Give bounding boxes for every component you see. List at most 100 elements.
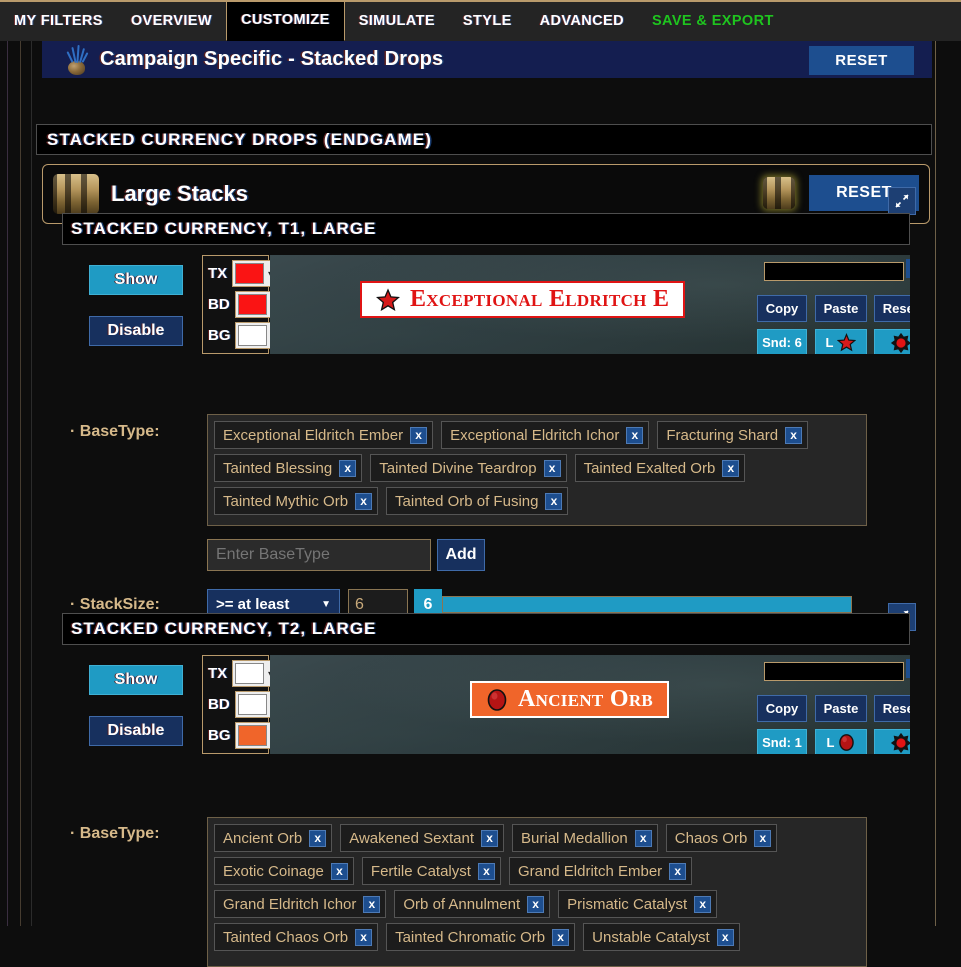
tag-remove-button[interactable]: x (527, 895, 545, 913)
basetype-tag[interactable]: Tainted Chromatic Orb x (386, 923, 576, 951)
show-button-t2[interactable]: Show (89, 665, 183, 695)
basetype-tag[interactable]: Tainted Exalted Orb x (574, 454, 746, 482)
tag-remove-button[interactable]: x (355, 492, 373, 510)
color-column-t2: TX ▼ BD ▼ BG ▼ (202, 655, 304, 754)
reset-button-t1[interactable]: Reset (874, 295, 910, 322)
collapse-icon (895, 194, 909, 208)
nav-tab-save-and-export[interactable]: SAVE & EXPORT (638, 0, 788, 41)
reset-button-t2[interactable]: Reset (874, 695, 910, 722)
stacksize-slider-t1[interactable] (442, 596, 852, 613)
basetype-tag[interactable]: Unstable Catalyst x (583, 923, 740, 951)
basetype-tag[interactable]: Fertile Catalyst x (361, 857, 501, 885)
show-button-t1[interactable]: Show (89, 265, 183, 295)
tag-remove-button[interactable]: x (785, 426, 803, 444)
sound-button-t2[interactable]: Snd: 1 (757, 729, 807, 754)
nav-tab-simulate[interactable]: SIMULATE (345, 0, 449, 41)
tag-remove-button[interactable]: x (694, 895, 712, 913)
basetype-tag[interactable]: Fracturing Shard x (657, 421, 809, 449)
basetype-tag[interactable]: Awakened Sextant x (340, 824, 505, 852)
tag-remove-button[interactable]: x (626, 426, 644, 444)
basetype-tag[interactable]: Tainted Orb of Fusing x (386, 487, 569, 515)
basetype-tag[interactable]: Prismatic Catalyst x (558, 890, 718, 918)
tag-remove-button[interactable]: x (543, 459, 561, 477)
column-rule (31, 41, 32, 926)
tag-remove-button[interactable]: x (355, 928, 373, 946)
copy-button-t1[interactable]: Copy (757, 295, 807, 322)
collapse-button-rule-1[interactable] (888, 187, 916, 215)
tag-remove-button[interactable]: x (339, 459, 357, 477)
paste-button-t1[interactable]: Paste (815, 295, 867, 322)
basetype-tag[interactable]: Ancient Orb x (214, 824, 333, 852)
color-column-t1: TX ▼ BD ▼ BG ▼ (202, 255, 304, 354)
left-rule (7, 41, 8, 926)
tag-remove-button[interactable]: x (754, 829, 772, 847)
red-star-icon (376, 287, 400, 311)
tag-remove-button[interactable]: x (410, 426, 428, 444)
nav-tab-overview[interactable]: OVERVIEW (117, 0, 226, 41)
tag-remove-button[interactable]: x (716, 928, 734, 946)
nav-tab-style[interactable]: STYLE (449, 0, 526, 41)
disable-button-t1[interactable]: Disable (89, 316, 183, 346)
font-size-value-t2[interactable]: 45 (906, 659, 910, 678)
basetype-input-t1[interactable] (207, 539, 431, 571)
tag-remove-button[interactable]: x (477, 862, 495, 880)
tag-label: Chaos Orb (674, 829, 748, 847)
basetype-tag[interactable]: Exotic Coinage x (214, 857, 354, 885)
tag-label: Tainted Blessing (223, 459, 333, 477)
basetype-tag[interactable]: Tainted Divine Teardrop x (370, 454, 567, 482)
nav-tab-customize[interactable]: CUSTOMIZE (225, 0, 345, 41)
tag-remove-button[interactable]: x (552, 928, 570, 946)
tag-label: Tainted Mythic Orb (223, 492, 349, 510)
chevron-down-icon: ▼ (321, 599, 331, 610)
basetype-tag[interactable]: Tainted Mythic Orb x (214, 487, 379, 515)
basetype-tag[interactable]: Exceptional Eldritch Ichor x (441, 421, 650, 449)
nav-tab-advanced[interactable]: ADVANCED (526, 0, 638, 41)
stacked-masks-icon (53, 174, 99, 214)
basetype-tag[interactable]: Grand Eldritch Ember x (508, 857, 693, 885)
font-size-value-t1[interactable]: 45 (906, 259, 910, 278)
beam-button-t2[interactable] (874, 729, 910, 754)
minimap-icon-button-t2[interactable]: L (815, 729, 867, 754)
banner-reset-button[interactable]: RESET (809, 46, 914, 75)
tag-remove-button[interactable]: x (481, 829, 499, 847)
color-row-bd-t2: BD ▼ (208, 691, 304, 718)
tag-label: Exceptional Eldritch Ember (223, 426, 404, 444)
basetype-tag[interactable]: Grand Eldritch Ichor x (214, 890, 387, 918)
tag-label: Orb of Annulment (403, 895, 521, 913)
tag-remove-button[interactable]: x (634, 829, 652, 847)
tag-label: Exceptional Eldritch Ichor (450, 426, 620, 444)
font-size-slider-t2[interactable] (764, 662, 904, 681)
preview-item-text-t1: Exceptional Eldritch E (410, 286, 670, 312)
tag-remove-button[interactable]: x (545, 492, 563, 510)
basetype-add-button-t1[interactable]: Add (437, 539, 485, 571)
disable-button-t2[interactable]: Disable (89, 716, 183, 746)
basetype-tag[interactable]: Tainted Chaos Orb x (214, 923, 379, 951)
tag-label: Grand Eldritch Ichor (223, 895, 357, 913)
color-label-bg-t1: BG (208, 327, 231, 344)
nav-tab-my-filters[interactable]: MY FILTERS (0, 0, 117, 41)
beam-button-t1[interactable] (874, 329, 910, 354)
basetype-tag[interactable]: Exceptional Eldritch Ember x (214, 421, 434, 449)
color-label-bd-t2: BD (208, 696, 230, 713)
group-title: Large Stacks (111, 181, 248, 206)
tag-remove-button[interactable]: x (330, 862, 348, 880)
basetype-tag[interactable]: Tainted Blessing x (214, 454, 363, 482)
tag-remove-button[interactable]: x (669, 862, 687, 880)
basetype-label-text-t1: BaseType: (79, 423, 160, 440)
color-label-bg-t2: BG (208, 727, 231, 744)
tag-label: Unstable Catalyst (592, 928, 710, 946)
basetype-tag[interactable]: Chaos Orb x (665, 824, 778, 852)
basetype-tag[interactable]: Orb of Annulment x (394, 890, 551, 918)
tag-remove-button[interactable]: x (363, 895, 381, 913)
minimap-size-label-t2: L (826, 735, 835, 750)
sound-button-t1[interactable]: Snd: 6 (757, 329, 807, 354)
font-size-slider-t1[interactable] (764, 262, 904, 281)
minimap-size-label-t1: L (825, 335, 834, 350)
paste-button-t2[interactable]: Paste (815, 695, 867, 722)
tag-remove-button[interactable]: x (309, 829, 327, 847)
tag-remove-button[interactable]: x (722, 459, 740, 477)
minimap-icon-button-t1[interactable]: L (815, 329, 867, 354)
basetype-tag[interactable]: Burial Medallion x (512, 824, 658, 852)
tag-label: Fracturing Shard (666, 426, 779, 444)
copy-button-t2[interactable]: Copy (757, 695, 807, 722)
